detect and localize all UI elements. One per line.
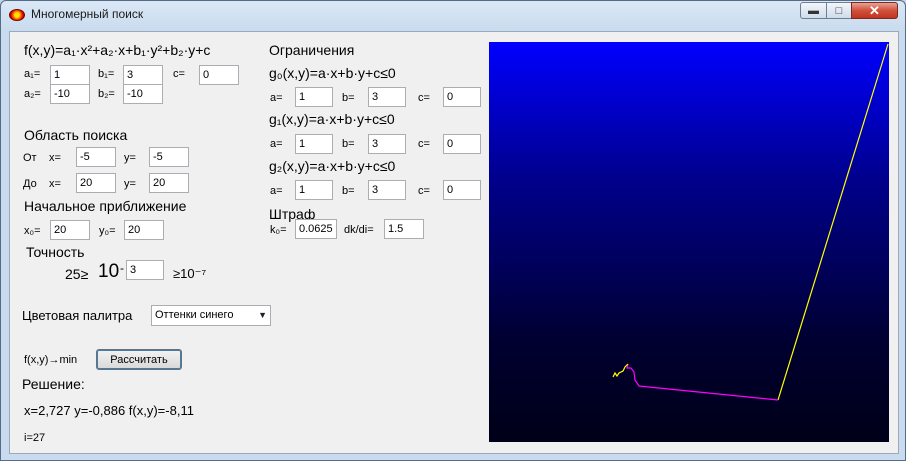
b1-field[interactable] [123, 65, 163, 85]
constraint-2-a-field[interactable] [295, 180, 333, 200]
constraint-2-b-label: b= [342, 185, 355, 197]
precision-base: 10 [98, 261, 120, 282]
main-window: Многомерный поиск ▬ □ ✕ f(x,y)=a₁·x²+a₂·… [0, 0, 906, 461]
b2-label: b₂= [98, 88, 115, 100]
search-path-yellow [777, 43, 889, 401]
a1-label: a₁= [24, 68, 41, 80]
app-icon [9, 9, 25, 21]
initial-title: Начальное приближение [24, 198, 187, 214]
k0-label: k₀= [270, 224, 287, 236]
contour-plot[interactable] [489, 42, 889, 442]
solution-result: x=2,727 y=-0,886 f(x,y)=-8,11 [24, 403, 194, 418]
a1-field[interactable] [50, 65, 90, 85]
constraint-1-a-label: a= [270, 138, 283, 150]
constraint-1-c-field[interactable] [443, 134, 481, 154]
title-bar[interactable]: Многомерный поиск ▬ □ ✕ [1, 1, 905, 29]
maximize-icon: □ [835, 4, 843, 17]
constraint-1-a-field[interactable] [295, 134, 333, 154]
target-label: f(x,y)→min [24, 354, 78, 366]
constraints-title: Ограничения [269, 42, 355, 58]
constraint-0-c-label: c= [418, 92, 430, 104]
y0-label: y₀= [99, 225, 116, 237]
minimize-icon: ▬ [808, 4, 819, 17]
precision-prefix: 25≥ [65, 266, 89, 282]
chevron-down-icon: ▼ [258, 310, 267, 320]
from-x-field[interactable] [76, 147, 116, 167]
a2-label: a₂= [24, 88, 41, 100]
palette-select[interactable]: Оттенки синего ▼ [151, 305, 271, 326]
maximize-button[interactable]: □ [826, 2, 852, 19]
close-button[interactable]: ✕ [851, 2, 898, 19]
calculate-button[interactable]: Рассчитать [96, 349, 182, 370]
precision-suffix: ≥10⁻⁷ [173, 266, 207, 281]
constraint-0-b-field[interactable] [368, 87, 406, 107]
precision-minus: - [120, 261, 124, 275]
constraint-1-c-label: c= [418, 138, 430, 150]
constraint-2-label: g₂(x,y)=a·x+b·y+c≤0 [269, 158, 396, 174]
to-y-field[interactable] [149, 173, 189, 193]
palette-selected: Оттенки синего [155, 309, 234, 321]
search-path-svg [612, 43, 889, 401]
b1-label: b₁= [98, 68, 115, 80]
constraint-0-a-label: a= [270, 92, 283, 104]
to-label: До [23, 178, 37, 190]
c-field[interactable] [199, 65, 239, 85]
a2-field[interactable] [50, 84, 90, 104]
x0-field[interactable] [50, 220, 90, 240]
y0-field[interactable] [124, 220, 164, 240]
from-y-field[interactable] [149, 147, 189, 167]
constraint-0-label: g₀(x,y)=a·x+b·y+c≤0 [269, 65, 396, 81]
to-y-label: y= [124, 178, 136, 190]
x0-label: x₀= [24, 225, 41, 237]
k0-field[interactable] [295, 219, 337, 239]
constraint-2-b-field[interactable] [368, 180, 406, 200]
function-label: f(x,y)=a₁·x²+a₂·x+b₁·y²+b₂·y+c [24, 42, 211, 58]
from-x-label: x= [49, 152, 61, 164]
to-x-field[interactable] [76, 173, 116, 193]
constraint-0-a-field[interactable] [295, 87, 333, 107]
close-icon: ✕ [869, 2, 880, 18]
precision-title: Точность [26, 244, 85, 260]
constraint-0-b-label: b= [342, 92, 355, 104]
ratio-label: dk/di= [344, 224, 374, 236]
window-title: Многомерный поиск [31, 7, 144, 21]
precision-exponent-field[interactable] [126, 260, 164, 280]
to-x-label: x= [49, 178, 61, 190]
constraint-1-b-field[interactable] [368, 134, 406, 154]
from-label: От [23, 152, 37, 164]
constraint-1-b-label: b= [342, 138, 355, 150]
c-label: c= [173, 68, 185, 80]
search-area-title: Область поиска [24, 127, 128, 143]
constraint-1-label: g₁(x,y)=a·x+b·y+c≤0 [269, 111, 395, 127]
search-path-magenta [626, 363, 779, 401]
iterations-label: i=27 [24, 432, 46, 444]
constraint-2-c-label: c= [418, 185, 430, 197]
b2-field[interactable] [123, 84, 163, 104]
minimize-button[interactable]: ▬ [800, 2, 827, 19]
ratio-field[interactable] [384, 219, 424, 239]
client-area: f(x,y)=a₁·x²+a₂·x+b₁·y²+b₂·y+c a₁= b₁= c… [9, 31, 899, 454]
search-path-end-yellow [612, 363, 629, 378]
palette-label: Цветовая палитра [22, 308, 133, 323]
constraint-2-c-field[interactable] [443, 180, 481, 200]
solution-title: Решение: [22, 376, 85, 392]
constraint-2-a-label: a= [270, 185, 283, 197]
constraint-0-c-field[interactable] [443, 87, 481, 107]
from-y-label: y= [124, 152, 136, 164]
